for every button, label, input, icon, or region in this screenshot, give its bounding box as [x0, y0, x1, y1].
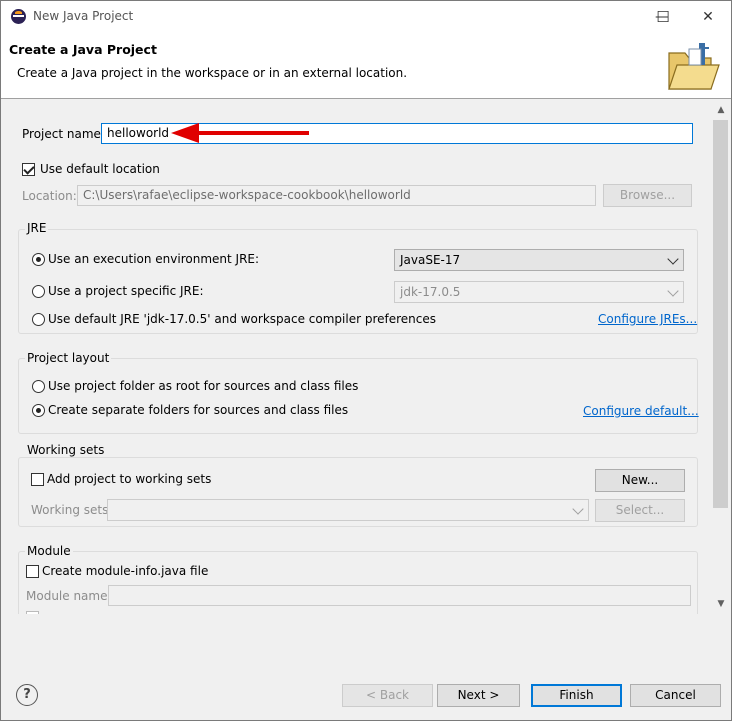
use-default-location-checkbox[interactable] — [22, 163, 35, 176]
close-button[interactable]: ✕ — [685, 1, 731, 33]
project-specific-jre-select[interactable]: jdk-17.0.5 — [394, 281, 684, 303]
wizard-content: Project name: helloworld Use default loc… — [1, 100, 711, 614]
browse-button[interactable]: Browse... — [603, 184, 692, 207]
default-jre-label: Use default JRE 'jdk-17.0.5' and workspa… — [48, 312, 437, 326]
title-bar: New Java Project — ☐ ✕ — [1, 1, 731, 33]
vertical-scrollbar[interactable]: ▲ ▼ — [711, 100, 731, 614]
working-sets-select[interactable] — [107, 499, 589, 521]
new-project-folder-icon — [668, 43, 720, 90]
new-working-set-button[interactable]: New... — [595, 469, 685, 492]
jre-group-title: JRE — [25, 221, 49, 235]
maximize-button[interactable]: ☐ — [640, 1, 686, 33]
project-specific-jre-value: jdk-17.0.5 — [400, 285, 461, 299]
working-sets-group-title: Working sets — [25, 443, 107, 457]
location-label: Location: — [22, 189, 77, 203]
wizard-title: Create a Java Project — [9, 42, 157, 57]
help-icon[interactable]: ? — [16, 684, 38, 706]
radio-separate-folders[interactable] — [32, 404, 45, 417]
project-layout-group — [18, 358, 698, 434]
finish-button[interactable]: Finish — [531, 684, 622, 707]
project-specific-jre-label: Use a project specific JRE: — [48, 284, 204, 298]
chevron-down-icon — [667, 285, 679, 297]
location-input[interactable]: C:\Users\rafae\eclipse-workspace-cookboo… — [77, 185, 596, 206]
window-title: New Java Project — [33, 9, 134, 23]
configure-jres-link[interactable]: Configure JREs... — [598, 312, 697, 326]
separate-folders-label: Create separate folders for sources and … — [48, 403, 349, 417]
scroll-up-icon[interactable]: ▲ — [711, 102, 731, 119]
create-module-info-label: Create module-info.java file — [42, 564, 209, 578]
wizard-description: Create a Java project in the workspace o… — [17, 66, 408, 80]
module-group-title: Module — [25, 544, 73, 558]
execution-environment-label: Use an execution environment JRE: — [48, 252, 260, 266]
module-name-input[interactable] — [108, 585, 691, 606]
dialog-window: New Java Project — ☐ ✕ Create a Java Pro… — [0, 0, 732, 721]
module-name-label: Module name: — [26, 589, 112, 603]
create-module-info-checkbox[interactable] — [26, 565, 39, 578]
add-to-working-sets-checkbox[interactable] — [31, 473, 44, 486]
wizard-header: Create a Java Project Create a Java proj… — [1, 33, 731, 99]
project-name-label: Project name: — [22, 127, 105, 141]
next-button[interactable]: Next > — [437, 684, 520, 707]
project-folder-root-label: Use project folder as root for sources a… — [48, 379, 359, 393]
use-default-location-label: Use default location — [40, 162, 160, 176]
chevron-down-icon — [572, 503, 584, 515]
radio-execution-environment[interactable] — [32, 253, 45, 266]
eclipse-icon — [11, 9, 26, 24]
execution-environment-value: JavaSE-17 — [400, 253, 461, 267]
select-working-sets-button[interactable]: Select... — [595, 499, 685, 522]
back-button[interactable]: < Back — [342, 684, 433, 707]
configure-default-link[interactable]: Configure default... — [583, 404, 699, 418]
radio-default-jre[interactable] — [32, 313, 45, 326]
execution-environment-select[interactable]: JavaSE-17 — [394, 249, 684, 271]
scrollbar-thumb[interactable] — [713, 120, 728, 508]
cancel-button[interactable]: Cancel — [630, 684, 721, 707]
project-layout-group-title: Project layout — [25, 351, 112, 365]
chevron-down-icon — [667, 253, 679, 265]
scroll-down-icon[interactable]: ▼ — [711, 596, 731, 613]
working-sets-label: Working sets: — [31, 503, 113, 517]
radio-project-specific-jre[interactable] — [32, 285, 45, 298]
add-to-working-sets-label: Add project to working sets — [47, 472, 212, 486]
button-bar: ? < Back Next > Finish Cancel — [1, 614, 731, 720]
annotation-arrow-icon — [171, 123, 309, 143]
radio-project-folder-root[interactable] — [32, 380, 45, 393]
